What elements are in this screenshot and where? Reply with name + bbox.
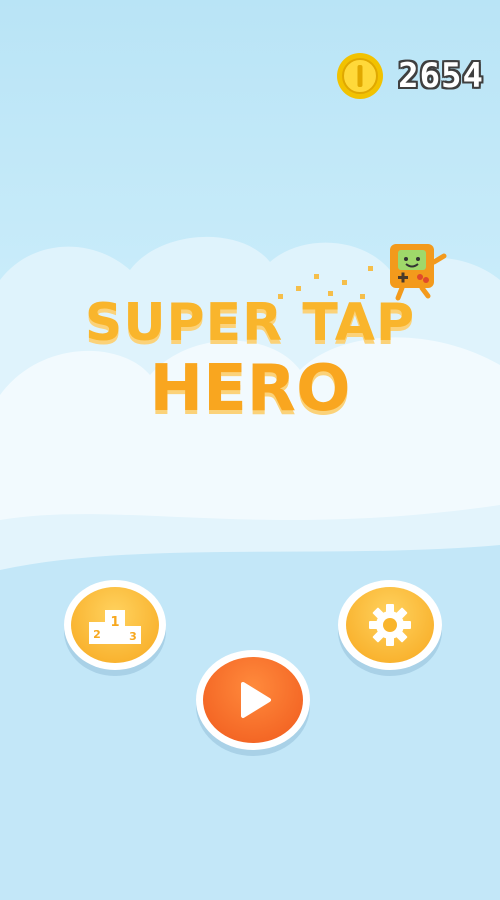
coin-counter: 2654 bbox=[336, 52, 484, 100]
rank-1-label: 1 bbox=[110, 615, 119, 630]
sky-clouds bbox=[0, 236, 500, 900]
coin-value: 2654 bbox=[398, 56, 484, 96]
leaderboard-button[interactable]: 1 2 3 bbox=[64, 580, 166, 670]
game-title: SUPER TAP HERO bbox=[0, 292, 500, 424]
settings-button-face bbox=[346, 587, 434, 663]
rank-3-label: 3 bbox=[129, 630, 137, 643]
play-button[interactable] bbox=[196, 650, 310, 750]
play-button-face bbox=[203, 657, 303, 743]
rank-2-label: 2 bbox=[93, 628, 101, 641]
title-line-2: HERO bbox=[149, 352, 351, 426]
coin-icon bbox=[337, 53, 384, 99]
play-icon bbox=[241, 682, 271, 718]
settings-button[interactable] bbox=[338, 580, 442, 670]
gear-icon bbox=[369, 604, 411, 646]
leaderboard-button-face: 1 2 3 bbox=[71, 587, 159, 663]
title-line-1: SUPER TAP bbox=[84, 293, 416, 353]
podium-icon: 1 2 3 bbox=[89, 610, 141, 644]
